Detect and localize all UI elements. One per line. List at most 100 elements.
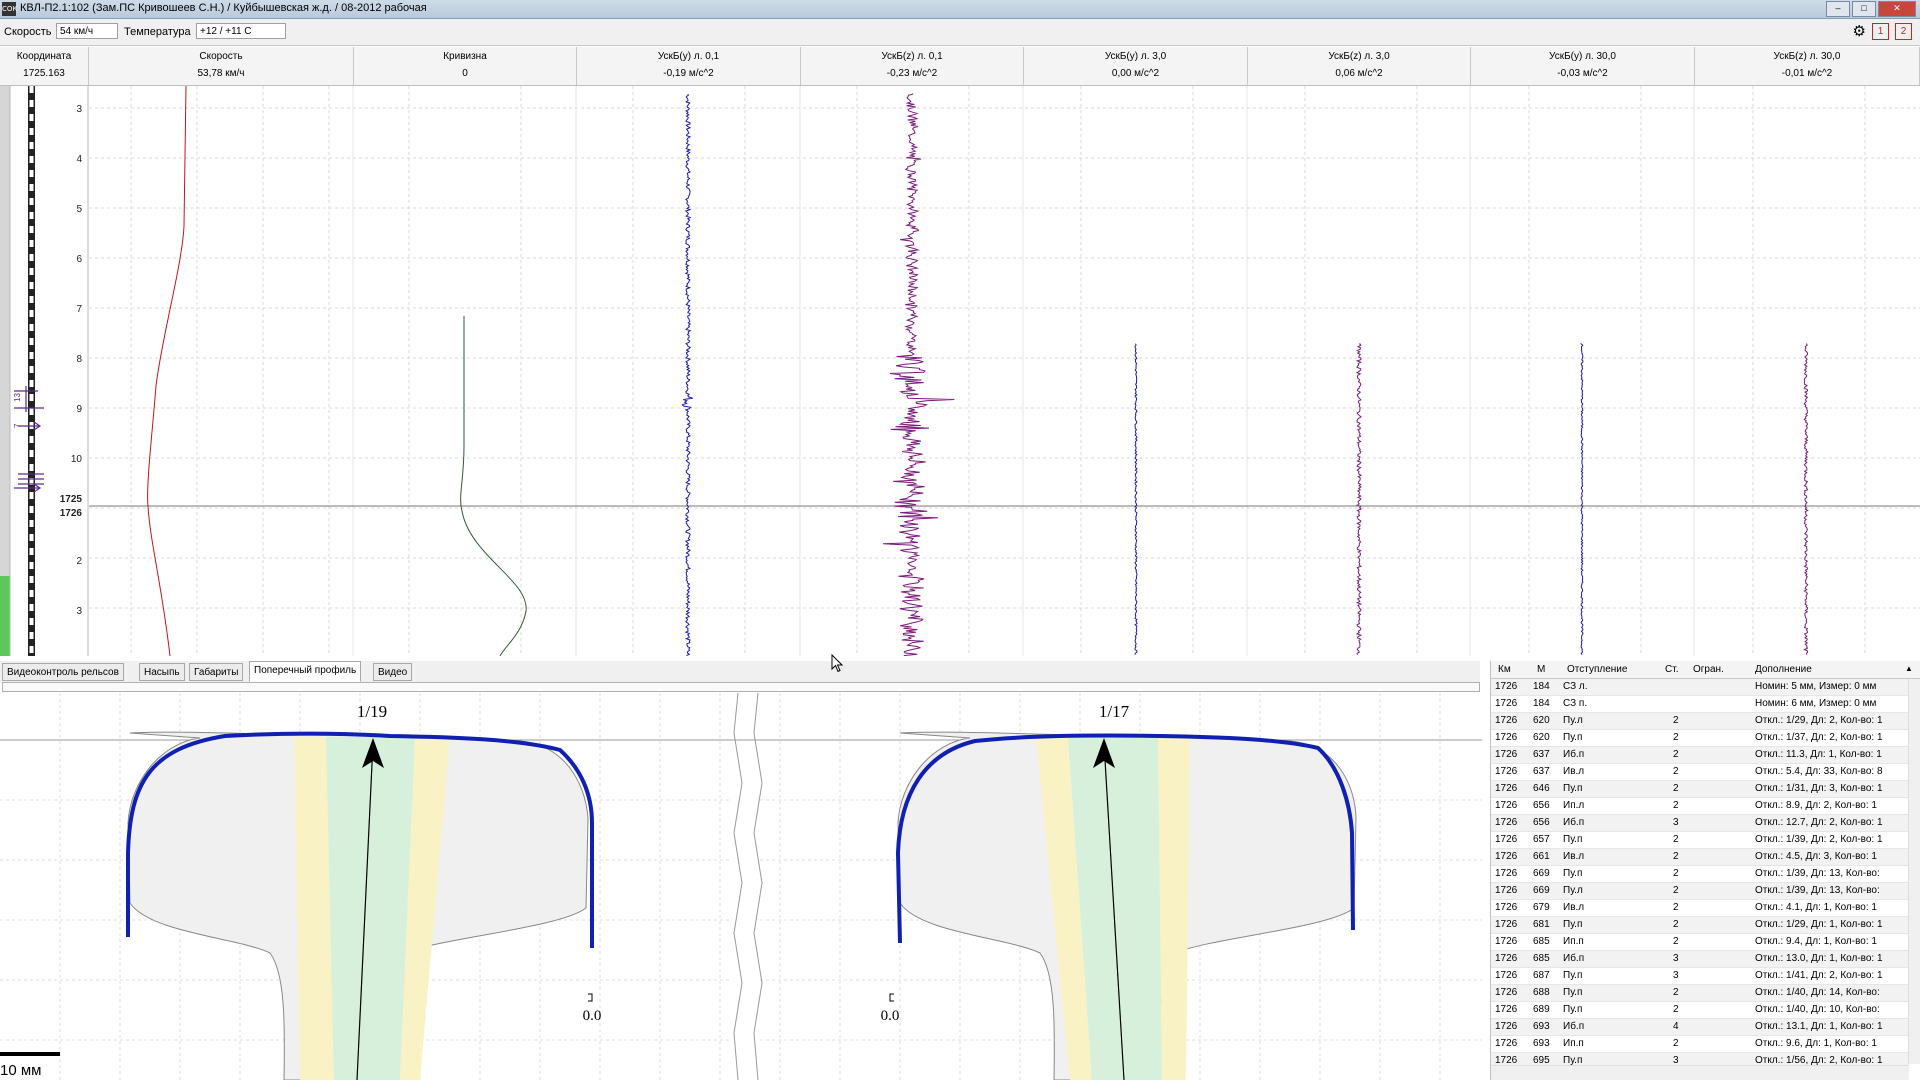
column-headers: Координата 1725.163 Скорость 53,78 км/ч Кр… [0,47,1920,86]
ruler-tick-label: 7 [76,304,82,315]
table-row[interactable]: 1726 693 Иб.п 4 Откл.: 13.1, Дл: 1, Кол-во: … [1491,1019,1909,1036]
column-header[interactable]: Кривизна 0 [354,47,577,85]
table-row[interactable]: 1726 669 Пу.п 2 Откл.: 1/39, Дл: 13, Кол-во: [1491,866,1909,883]
speed-trace [147,86,187,656]
table-cell: 2 [1673,749,1679,760]
profile-canvas: 1/19 0.0 1/17 0.0 10 мм [0,693,1482,1080]
table-row[interactable]: 1726 656 Иб.п 3 Откл.: 12.7, Дл: 2, Кол-во: … [1491,815,1909,832]
table-row[interactable]: 1726 679 Ив.л 2 Откл.: 4.1, Дл: 1, Кол-во: 1 [1491,900,1909,917]
table-cell: Номин: 5 мм, Измер: 0 мм [1755,681,1877,692]
table-cell: 1726 [1495,868,1518,879]
table-cell: СЗ л. [1563,681,1588,692]
column-name: УскБ(у) л. 3,0 [1104,51,1167,62]
table-cell: 1726 [1495,698,1518,709]
table-cell: 1726 [1495,919,1518,930]
column-header[interactable]: УскБ(у) л. 0,1 -0,19 м/с^2 [577,47,801,85]
table-row[interactable]: 1726 661 Ив.л 2 Откл.: 4.5, Дл: 3, Кол-во: 1 [1491,849,1909,866]
table-cell: 669 [1533,885,1550,896]
table-cell: 184 [1533,698,1550,709]
table-row[interactable]: 1726 669 Пу.л 2 Откл.: 1/39, Дл: 13, Кол-во: [1491,883,1909,900]
table-cell: 2 [1673,800,1679,811]
table-row[interactable]: 1726 657 Пу.п 2 Откл.: 1/39, Дл: 2, Кол-во: … [1491,832,1909,849]
tab-video[interactable]: Видео [373,663,413,681]
column-header-km[interactable]: Км [1498,664,1511,675]
minimize-button[interactable]: – [1826,1,1850,17]
gear-icon[interactable]: ⚙ [1853,23,1866,40]
table-cell: 1726 [1495,1021,1518,1032]
table-row[interactable]: 1726 637 Иб.п 2 Откл.: 11.3, Дл: 1, Кол-во: … [1491,747,1909,764]
close-button[interactable]: ✕ [1878,1,1916,17]
left-bracket-icon [588,993,593,1002]
table-cell: 2 [1673,732,1679,743]
vertical-scrollbar[interactable] [1908,679,1920,1064]
table-row[interactable]: 1726 620 Пу.п 2 Откл.: 1/37, Дл: 2, Кол-во: … [1491,730,1909,747]
column-header[interactable]: УскБ(z) л. 3,0 0,06 м/с^2 [1248,47,1471,85]
channel-2-button[interactable]: 2 [1895,23,1912,40]
table-row[interactable]: 1726 685 Иб.п 3 Откл.: 13.0, Дл: 1, Кол-во: … [1491,951,1909,968]
table-row[interactable]: 1726 693 Ип.п 2 Откл.: 9.6, Дл: 1, Кол-во: 1 [1491,1036,1909,1053]
table-row[interactable]: 1726 685 Ип.п 2 Откл.: 9.4, Дл: 1, Кол-во: 1 [1491,934,1909,951]
table-row[interactable]: 1726 656 Ип.л 2 Откл.: 8.9, Дл: 2, Кол-во: 1 [1491,798,1909,815]
table-cell: Откл.: 9.4, Дл: 1, Кол-во: 1 [1755,936,1877,947]
sort-up-icon[interactable]: ▲ [1905,664,1913,673]
column-header[interactable]: Координата 1725.163 [0,47,89,85]
left-slope-label: 1/19 [357,702,387,721]
table-cell: 693 [1533,1038,1550,1049]
table-cell: 685 [1533,953,1550,964]
column-name: УскБ(у) л. 30,0 [1549,51,1616,62]
coordinate-ruler [0,86,89,656]
table-cell: Откл.: 1/29, Дл: 1, Кол-во: 1 [1755,919,1883,930]
speed-field[interactable]: 54 км/ч [56,23,118,39]
temperature-field[interactable]: +12 / +11 С [196,23,286,39]
table-row[interactable]: 1726 681 Пу.п 2 Откл.: 1/29, Дл: 1, Кол-во: … [1491,917,1909,934]
table-row[interactable]: 1726 689 Пу.п 2 Откл.: 1/40, Дл: 10, Кол-во: [1491,1002,1909,1019]
column-header-deviation[interactable]: Отступление [1567,664,1627,675]
column-header-degree[interactable]: Ст. [1665,664,1678,675]
maximize-button[interactable]: □ [1852,1,1876,17]
column-name: УскБ(z) л. 30,0 [1773,51,1841,62]
table-cell: Пу.п [1563,919,1583,930]
window-controls: – □ ✕ [1826,1,1916,17]
column-header-m[interactable]: М [1537,664,1545,675]
table-row[interactable]: 1726 184 СЗ п. Номин: 6 мм, Измер: 0 мм [1491,696,1909,713]
column-header[interactable]: Скорость 53,78 км/ч [89,47,354,85]
tab-clearances[interactable]: Габариты [189,663,244,681]
column-header[interactable]: УскБ(z) л. 30,0 -0,01 м/с^2 [1695,47,1920,85]
app-icon: СОК [2,2,17,16]
km-label-1725: 1725 [60,494,83,505]
tab-video-rails[interactable]: Видеоконтроль рельсов [2,663,124,681]
table-row[interactable]: 1726 637 Ив.л 2 Откл.: 5.4, Дл: 33, Кол-во: … [1491,764,1909,781]
table-row[interactable]: 1726 184 СЗ л. Номин: 5 мм, Измер: 0 мм [1491,679,1909,696]
table-cell: Пу.п [1563,834,1583,845]
column-header[interactable]: УскБ(у) л. 30,0 -0,03 м/с^2 [1471,47,1695,85]
column-name: УскБ(у) л. 0,1 [657,51,720,62]
column-header-details[interactable]: Дополнение [1755,664,1812,675]
table-row[interactable]: 1726 646 Пу.п 2 Откл.: 1/31, Дл: 3, Кол-во: … [1491,781,1909,798]
table-cell: 1726 [1495,766,1518,777]
table-cell: Откл.: 1/39, Дл: 13, Кол-во: [1755,885,1880,896]
table-cell: Иб.п [1563,953,1585,964]
column-header[interactable]: УскБ(z) л. 0,1 -0,23 м/с^2 [801,47,1024,85]
column-value: -0,19 м/с^2 [663,68,714,79]
column-value: -0,03 м/с^2 [1557,68,1608,79]
table-row[interactable]: 1726 687 Пу.п 3 Откл.: 1/41, Дл: 2, Кол-во: … [1491,968,1909,985]
table-row[interactable]: 1726 688 Пу.п 2 Откл.: 1/40, Дл: 14, Кол-во: [1491,985,1909,1002]
column-header-limit[interactable]: Огран. [1693,664,1724,675]
table-cell: 1726 [1495,987,1518,998]
defects-table: Км М Отступление Ст. Огран. Дополнение ▲… [1490,661,1920,1080]
channel-1-button[interactable]: 1 [1872,23,1889,40]
table-cell: Откл.: 1/29, Дл: 2, Кол-во: 1 [1755,715,1883,726]
column-header[interactable]: УскБ(у) л. 3,0 0,00 м/с^2 [1024,47,1248,85]
tab-embankment[interactable]: Насыпь [139,663,185,681]
rail-cross-profile[interactable]: 1/19 0.0 1/17 0.0 10 мм [0,693,1482,1080]
table-cell: 657 [1533,834,1550,845]
right-bracket-icon [889,993,894,1002]
accel-y-30.0-trace [1579,343,1584,655]
table-row[interactable]: 1726 620 Пу.л 2 Откл.: 1/29, Дл: 2, Кол-во: … [1491,713,1909,730]
tab-cross-profile[interactable]: Поперечный профиль [249,661,362,682]
km-label-1726: 1726 [60,508,83,519]
column-value: 53,78 км/ч [197,68,245,79]
horizontal-scrollbar[interactable] [1491,1065,1909,1080]
track-plot-area[interactable]: 3 4 5 6 7 8 9 10 2 3 1725 1726 13 7 [0,86,1920,656]
left-rail: 1/19 0.0 [126,702,601,1080]
